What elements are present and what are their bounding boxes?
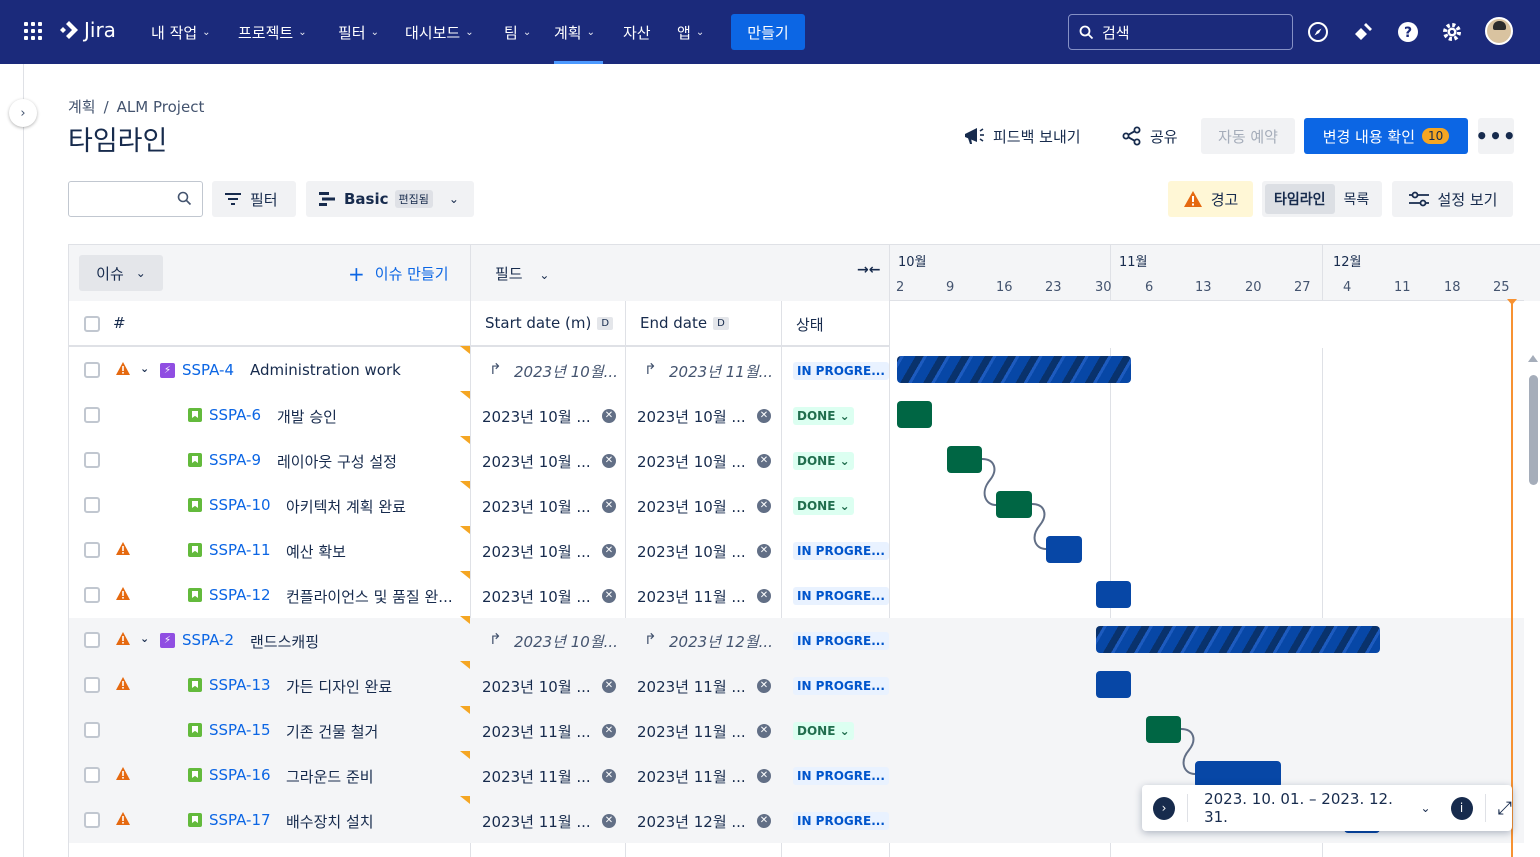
today-marker [1511, 300, 1513, 857]
dependency-lines [981, 458, 1196, 775]
chevron-down-icon: ⌄ [1420, 801, 1431, 815]
scrollbar-thumb[interactable] [1529, 375, 1538, 485]
date-range-selector[interactable]: 2023. 10. 01. – 2023. 12. 31. ⌄ [1204, 790, 1430, 826]
dependency-line[interactable] [1180, 728, 1196, 775]
divider [1187, 794, 1189, 822]
scroll-up-icon[interactable] [1528, 355, 1538, 362]
date-range-label: 2023. 10. 01. – 2023. 12. 31. [1204, 790, 1393, 826]
next-icon[interactable]: › [1153, 796, 1176, 820]
fullscreen-icon[interactable]: ⤢ [1498, 798, 1512, 819]
dependency-line[interactable] [1031, 503, 1047, 550]
date-range-popup: › 2023. 10. 01. – 2023. 12. 31. ⌄ i ⤢ [1142, 785, 1512, 831]
info-icon[interactable]: i [1450, 796, 1473, 820]
dependency-line[interactable] [981, 458, 997, 506]
divider [1484, 794, 1486, 822]
